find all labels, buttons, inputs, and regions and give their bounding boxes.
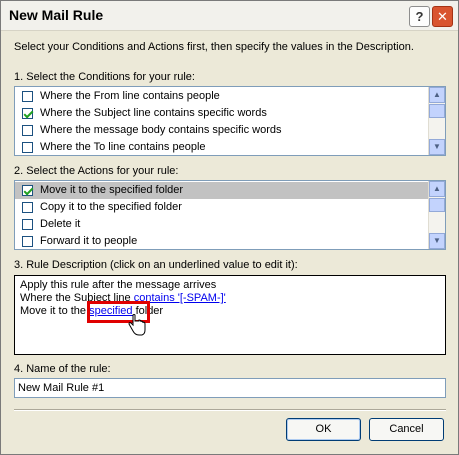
new-mail-rule-dialog: New Mail Rule ? ✕ Select your Conditions… bbox=[0, 0, 459, 455]
condition-item-to[interactable]: Where the To line contains people bbox=[15, 139, 445, 156]
action-item-copy[interactable]: Copy it to the specified folder bbox=[15, 199, 445, 216]
action-item-label: Move it to the specified folder bbox=[40, 184, 184, 196]
actions-list[interactable]: Move it to the specified folder Copy it … bbox=[14, 180, 446, 250]
conditions-list[interactable]: Where the From line contains people Wher… bbox=[14, 86, 446, 156]
ok-button[interactable]: OK bbox=[286, 418, 361, 441]
condition-item-label: Where the message body contains specific… bbox=[40, 124, 282, 136]
condition-item-subject[interactable]: Where the Subject line contains specific… bbox=[15, 105, 445, 122]
condition-item-body[interactable]: Where the message body contains specific… bbox=[15, 122, 445, 139]
action-item-label: Forward it to people bbox=[40, 235, 138, 247]
conditions-label: 1. Select the Conditions for your rule: bbox=[14, 71, 195, 83]
condition-checkbox-checked[interactable] bbox=[22, 108, 33, 119]
instructions-text: Select your Conditions and Actions first… bbox=[14, 41, 414, 53]
scroll-down-icon[interactable]: ▼ bbox=[429, 233, 445, 249]
scroll-thumb[interactable] bbox=[429, 198, 445, 212]
condition-item-label: Where the Subject line contains specific… bbox=[40, 107, 267, 119]
action-item-label: Copy it to the specified folder bbox=[40, 201, 182, 213]
action-checkbox[interactable] bbox=[22, 202, 33, 213]
action-item-delete[interactable]: Delete it bbox=[15, 216, 445, 233]
conditions-scrollbar[interactable]: ▲ ▼ bbox=[428, 87, 445, 155]
actions-scrollbar[interactable]: ▲ ▼ bbox=[428, 181, 445, 249]
rule-name-input[interactable]: New Mail Rule #1 bbox=[14, 378, 446, 398]
action-checkbox-checked[interactable] bbox=[22, 185, 33, 196]
condition-checkbox[interactable] bbox=[22, 91, 33, 102]
action-item-move[interactable]: Move it to the specified folder bbox=[15, 182, 445, 199]
cancel-button[interactable]: Cancel bbox=[369, 418, 444, 441]
condition-item-label: Where the From line contains people bbox=[40, 90, 220, 102]
help-button[interactable]: ? bbox=[409, 6, 430, 27]
description-label: 3. Rule Description (click on an underli… bbox=[14, 259, 298, 271]
window-title: New Mail Rule bbox=[9, 7, 104, 23]
hand-pointer-icon bbox=[128, 314, 146, 336]
description-line-3-text: Move it to the bbox=[20, 305, 90, 317]
close-button[interactable]: ✕ bbox=[432, 6, 453, 27]
description-line-1: Apply this rule after the message arrive… bbox=[20, 279, 217, 291]
action-checkbox[interactable] bbox=[22, 236, 33, 247]
action-checkbox[interactable] bbox=[22, 219, 33, 230]
rule-name-label: 4. Name of the rule: bbox=[14, 363, 111, 375]
action-item-forward[interactable]: Forward it to people bbox=[15, 233, 445, 250]
action-item-label: Delete it bbox=[40, 218, 81, 230]
scroll-up-icon[interactable]: ▲ bbox=[429, 87, 445, 103]
divider bbox=[14, 409, 446, 411]
condition-item-from[interactable]: Where the From line contains people bbox=[15, 88, 445, 105]
condition-checkbox[interactable] bbox=[22, 125, 33, 136]
scroll-up-icon[interactable]: ▲ bbox=[429, 181, 445, 197]
condition-item-label: Where the To line contains people bbox=[40, 141, 206, 153]
actions-label: 2. Select the Actions for your rule: bbox=[14, 165, 179, 177]
scroll-thumb[interactable] bbox=[429, 104, 445, 118]
rule-description-box: Apply this rule after the message arrive… bbox=[14, 275, 446, 355]
scroll-down-icon[interactable]: ▼ bbox=[429, 139, 445, 155]
title-bar: New Mail Rule ? ✕ bbox=[1, 1, 458, 31]
condition-checkbox[interactable] bbox=[22, 142, 33, 153]
